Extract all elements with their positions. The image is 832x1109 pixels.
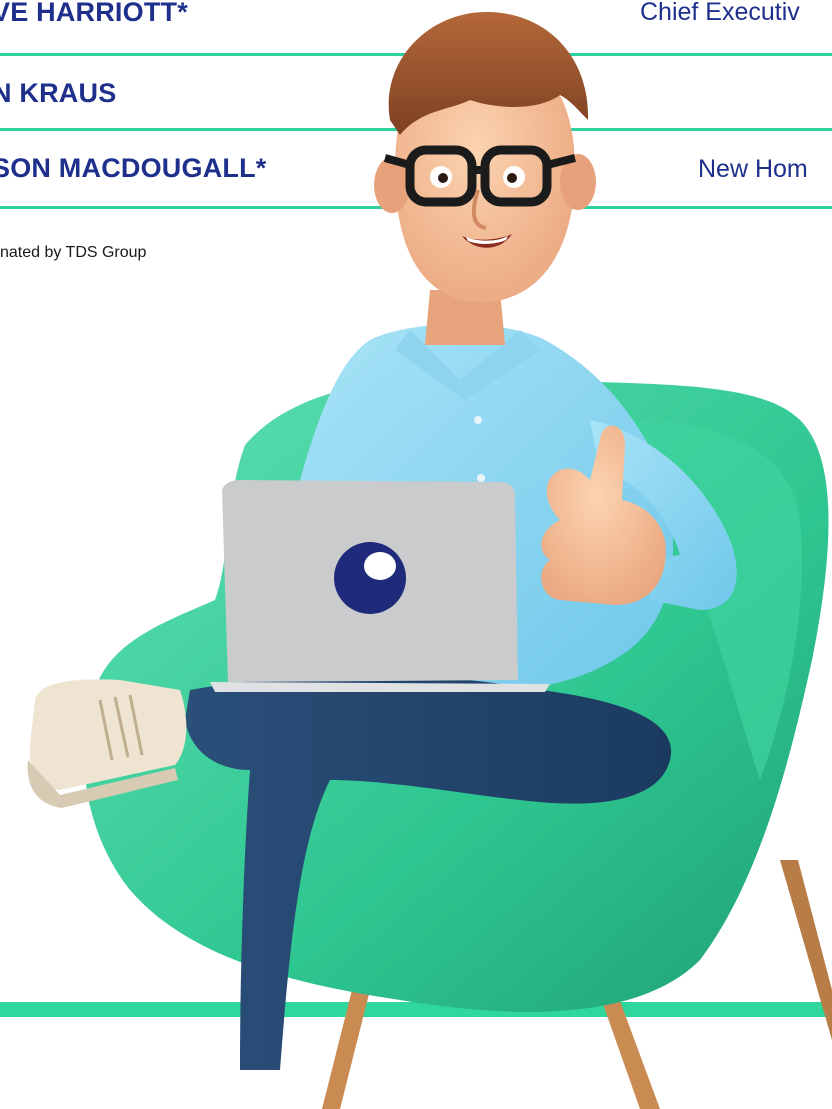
character-head (374, 11, 596, 303)
tds-logo-icon (334, 542, 406, 614)
laptop (210, 480, 550, 692)
character-in-armchair-illustration (27, 11, 832, 1109)
